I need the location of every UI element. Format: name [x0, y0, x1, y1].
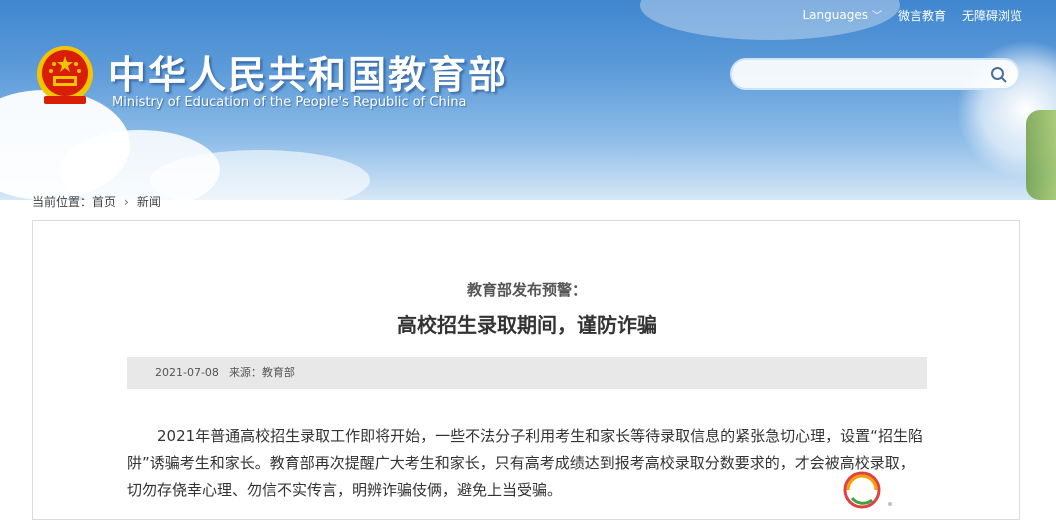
weibo-link[interactable]: 微言教育 — [898, 7, 946, 24]
plant-decoration — [1026, 110, 1056, 200]
site-title-english: Ministry of Education of the People's Re… — [112, 95, 467, 110]
national-emblem-icon — [37, 46, 93, 104]
site-title: 中华人民共和国教育部 — [108, 52, 509, 97]
article-headline: 高校招生录取期间，谨防诈骗 — [397, 313, 657, 337]
top-nav: Languages ﹀ 微言教育 无障碍浏览 — [802, 7, 1022, 24]
article-date: 2021-07-08 — [155, 366, 219, 379]
breadcrumb: 当前位置：首页 › 新闻 — [32, 193, 161, 210]
article-meta: 2021-07-08 来源：教育部 — [127, 357, 927, 389]
search-icon[interactable] — [990, 66, 1008, 84]
article-body: 2021年普通高校招生录取工作即将开始，一些不法分子利用考生和家长等待录取信息的… — [127, 427, 923, 499]
chevron-down-icon: ﹀ — [871, 11, 882, 22]
breadcrumb-current[interactable]: 新闻 — [137, 195, 161, 209]
accessibility-link[interactable]: 无障碍浏览 — [962, 7, 1022, 24]
search-box — [730, 58, 1020, 90]
search-input[interactable] — [746, 60, 990, 90]
breadcrumb-prefix: 当前位置： — [32, 195, 93, 209]
article-source: 来源：教育部 — [228, 366, 295, 379]
languages-menu[interactable]: Languages ﹀ — [802, 7, 881, 24]
cloud-decoration — [150, 150, 370, 200]
watermark-logo-icon — [843, 471, 892, 509]
chevron-right-icon: › — [124, 195, 129, 209]
breadcrumb-home[interactable]: 首页 — [92, 195, 116, 209]
article-subtitle: 教育部发布预警： — [466, 281, 587, 299]
page-header: Languages ﹀ 微言教育 无障碍浏览 中华人民共和国教育部 Ministr… — [0, 0, 1056, 200]
